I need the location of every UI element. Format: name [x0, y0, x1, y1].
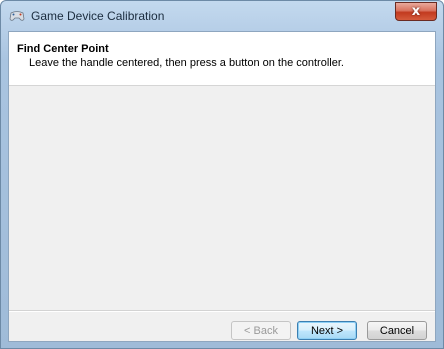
title-bar[interactable]: Game Device Calibration x: [1, 1, 443, 31]
button-separator: [9, 310, 435, 312]
next-button[interactable]: Next >: [297, 321, 357, 340]
dialog-client-area: Find Center Point Leave the handle cente…: [8, 31, 436, 342]
calibration-window: Game Device Calibration x Find Center Po…: [0, 0, 444, 349]
close-icon: x: [411, 4, 421, 19]
cancel-button[interactable]: Cancel: [367, 321, 427, 340]
calibration-content: [9, 86, 435, 310]
back-button[interactable]: < Back: [231, 321, 291, 340]
wizard-header: Find Center Point Leave the handle cente…: [9, 32, 435, 86]
close-button[interactable]: x: [395, 2, 437, 21]
game-controller-icon: [9, 9, 25, 22]
window-title: Game Device Calibration: [31, 9, 165, 23]
page-title: Find Center Point: [17, 43, 109, 55]
page-instructions: Leave the handle centered, then press a …: [29, 57, 344, 69]
